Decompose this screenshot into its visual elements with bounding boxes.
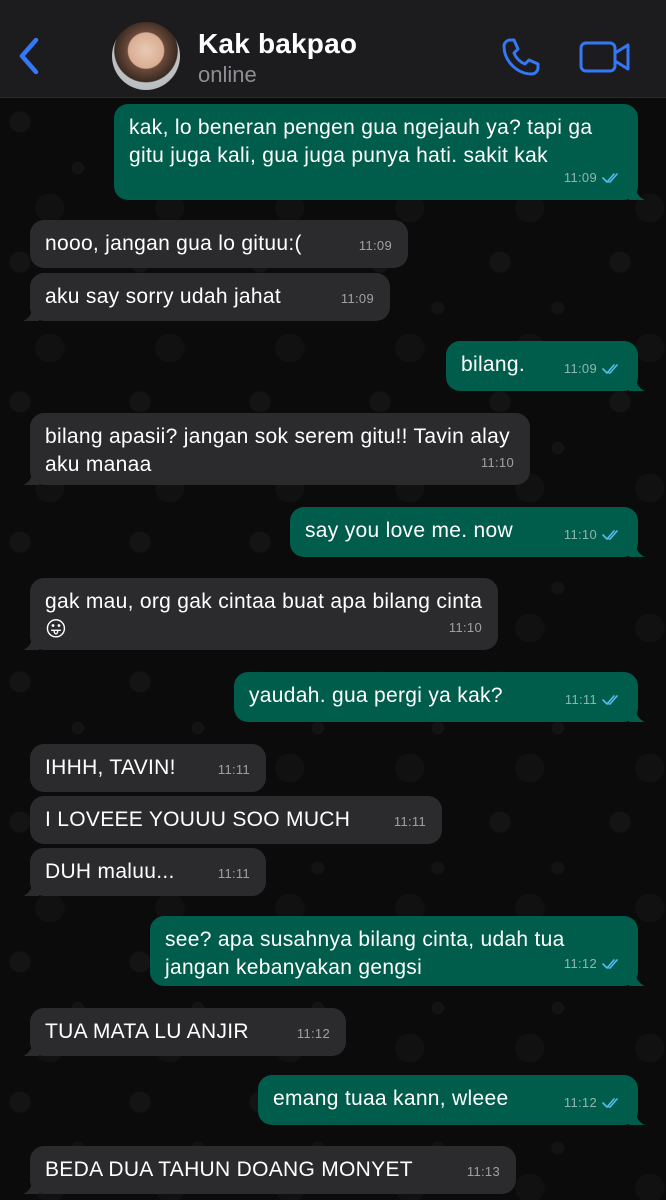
bubble-tail <box>23 303 39 321</box>
message-bubble-incoming[interactable]: aku say sorry udah jahat 11:09 <box>23 273 390 321</box>
chat-header: Kak bakpao online <box>0 0 666 98</box>
message-bubble-outgoing[interactable]: emang tuaa kann, wleee 11:12 <box>258 1075 645 1125</box>
bubble-tail <box>23 1038 39 1056</box>
double-check-icon <box>602 364 618 374</box>
chevron-left-icon <box>19 37 39 75</box>
message-text: bilang apasii? jangan sok serem gitu!! T… <box>45 425 517 476</box>
message-bubble-outgoing[interactable]: kak, lo beneran pengen gua ngejauh ya? t… <box>114 104 645 200</box>
contact-status: online <box>198 62 257 87</box>
double-check-icon <box>602 530 618 540</box>
bubble-tail <box>629 968 645 986</box>
double-check-icon <box>602 959 618 969</box>
message-time: 11:09 <box>340 291 374 306</box>
message-time: 11:11 <box>393 814 426 829</box>
message-time: 11:12 <box>563 1095 597 1110</box>
double-check-icon <box>602 695 618 705</box>
avatar[interactable] <box>112 22 180 90</box>
message-text: aku say sorry udah jahat <box>45 285 281 308</box>
double-check-icon <box>602 173 618 183</box>
message-time: 11:11 <box>217 866 250 881</box>
video-call-button[interactable] <box>578 38 632 76</box>
message-bubble-incoming[interactable]: gak mau, org gak cintaa buat apa bilang … <box>23 578 498 650</box>
message-bubble-incoming[interactable]: BEDA DUA TAHUN DOANG MONYET 11:13 <box>23 1146 516 1194</box>
message-text: nooo, jangan gua lo gituu:( <box>45 232 302 255</box>
back-button[interactable] <box>12 34 48 78</box>
message-time: 11:13 <box>466 1164 500 1179</box>
message-text: TUA MATA LU ANJIR <box>45 1020 249 1043</box>
bubble-tail <box>629 539 645 557</box>
message-time: 11:12 <box>296 1026 330 1041</box>
bubble-tail <box>629 1107 645 1125</box>
message-bubble-incoming[interactable]: TUA MATA LU ANJIR 11:12 <box>23 1008 346 1056</box>
bubble-tail <box>23 878 39 896</box>
message-time: 11:10 <box>448 620 482 635</box>
message-time: 11:09 <box>563 361 597 376</box>
bubble-tail <box>629 182 645 200</box>
double-check-icon <box>602 1098 618 1108</box>
bubble-tail <box>629 373 645 391</box>
message-time: 11:09 <box>563 170 597 185</box>
bubble-tail <box>629 704 645 722</box>
bubble-tail <box>23 467 39 485</box>
message-text: I LOVEEE YOUUU SOO MUCH <box>45 808 351 831</box>
message-time: 11:11 <box>217 762 250 777</box>
message-bubble-incoming[interactable]: bilang apasii? jangan sok serem gitu!! T… <box>23 413 530 485</box>
message-bubble-incoming[interactable]: nooo, jangan gua lo gituu:( 11:09 <box>30 220 408 268</box>
contact-name[interactable]: Kak bakpao <box>198 28 357 60</box>
bubble-tail <box>23 1176 39 1194</box>
message-text: gak mau, org gak cintaa buat apa bilang … <box>45 590 489 641</box>
message-text: see? apa susahnya bilang cinta, udah tua… <box>165 928 571 979</box>
phone-icon <box>502 38 540 76</box>
message-bubble-outgoing[interactable]: bilang. 11:09 <box>446 341 645 391</box>
message-time: 11:10 <box>480 455 514 470</box>
message-bubble-incoming[interactable]: IHHH, TAVIN! 11:11 <box>30 744 266 792</box>
message-time: 11:10 <box>563 527 597 542</box>
video-camera-icon <box>579 41 630 73</box>
message-text: kak, lo beneran pengen gua ngejauh ya? t… <box>129 116 599 167</box>
message-time: 11:11 <box>564 692 597 707</box>
message-text: BEDA DUA TAHUN DOANG MONYET <box>45 1158 413 1181</box>
message-time: 11:12 <box>563 956 597 971</box>
call-button[interactable] <box>498 34 544 80</box>
message-bubble-incoming[interactable]: I LOVEEE YOUUU SOO MUCH 11:11 <box>30 796 442 844</box>
message-time: 11:09 <box>358 238 392 253</box>
message-bubble-outgoing[interactable]: see? apa susahnya bilang cinta, udah tua… <box>150 916 645 986</box>
chat-area[interactable]: kak, lo beneran pengen gua ngejauh ya? t… <box>0 98 666 1200</box>
bubble-tail <box>23 632 39 650</box>
message-bubble-outgoing[interactable]: say you love me. now 11:10 <box>290 507 645 557</box>
message-bubble-outgoing[interactable]: yaudah. gua pergi ya kak? 11:11 <box>234 672 645 722</box>
message-bubble-incoming[interactable]: DUH maluu... 11:11 <box>23 848 266 896</box>
